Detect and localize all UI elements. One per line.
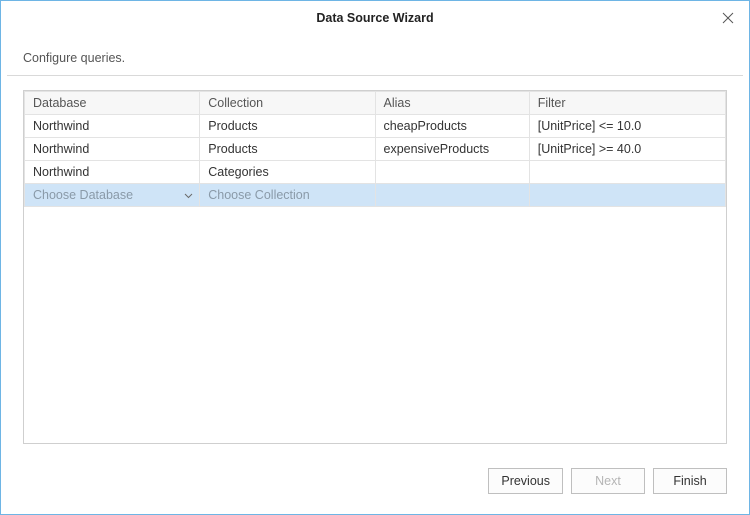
- header-row: Database Collection Alias Filter: [25, 92, 726, 115]
- choose-database-dropdown[interactable]: Choose Database: [25, 184, 200, 207]
- cell-collection[interactable]: Products: [200, 115, 375, 138]
- table-row[interactable]: Northwind Products cheapProducts [UnitPr…: [25, 115, 726, 138]
- wizard-subtitle: Configure queries.: [1, 35, 749, 75]
- close-button[interactable]: [713, 5, 743, 31]
- finish-button[interactable]: Finish: [653, 468, 727, 494]
- header-collection[interactable]: Collection: [200, 92, 375, 115]
- table-row[interactable]: Northwind Products expensiveProducts [Un…: [25, 138, 726, 161]
- titlebar: Data Source Wizard: [1, 1, 749, 35]
- cell-database[interactable]: Northwind: [25, 161, 200, 184]
- close-icon: [722, 12, 734, 24]
- header-filter[interactable]: Filter: [529, 92, 725, 115]
- header-database[interactable]: Database: [25, 92, 200, 115]
- cell-filter[interactable]: [UnitPrice] <= 10.0: [529, 115, 725, 138]
- cell-alias[interactable]: [375, 161, 529, 184]
- choose-collection-cell[interactable]: Choose Collection: [200, 184, 375, 207]
- cell-filter[interactable]: [529, 161, 725, 184]
- next-button: Next: [571, 468, 645, 494]
- chevron-down-icon: [184, 188, 193, 202]
- footer: Previous Next Finish: [1, 454, 749, 514]
- cell-alias[interactable]: expensiveProducts: [375, 138, 529, 161]
- new-alias-cell[interactable]: [375, 184, 529, 207]
- cell-filter[interactable]: [UnitPrice] >= 40.0: [529, 138, 725, 161]
- cell-database[interactable]: Northwind: [25, 115, 200, 138]
- database-placeholder: Choose Database: [33, 188, 133, 202]
- collection-placeholder: Choose Collection: [208, 188, 309, 202]
- cell-collection[interactable]: Categories: [200, 161, 375, 184]
- grid-empty-area: [24, 207, 726, 443]
- queries-grid: Database Collection Alias Filter Northwi…: [23, 90, 727, 444]
- new-filter-cell[interactable]: [529, 184, 725, 207]
- previous-button[interactable]: Previous: [488, 468, 563, 494]
- window-title: Data Source Wizard: [316, 11, 433, 25]
- new-row[interactable]: Choose Database Choose Collection: [25, 184, 726, 207]
- cell-database[interactable]: Northwind: [25, 138, 200, 161]
- content-area: Database Collection Alias Filter Northwi…: [1, 76, 749, 454]
- cell-alias[interactable]: cheapProducts: [375, 115, 529, 138]
- cell-collection[interactable]: Products: [200, 138, 375, 161]
- header-alias[interactable]: Alias: [375, 92, 529, 115]
- table-row[interactable]: Northwind Categories: [25, 161, 726, 184]
